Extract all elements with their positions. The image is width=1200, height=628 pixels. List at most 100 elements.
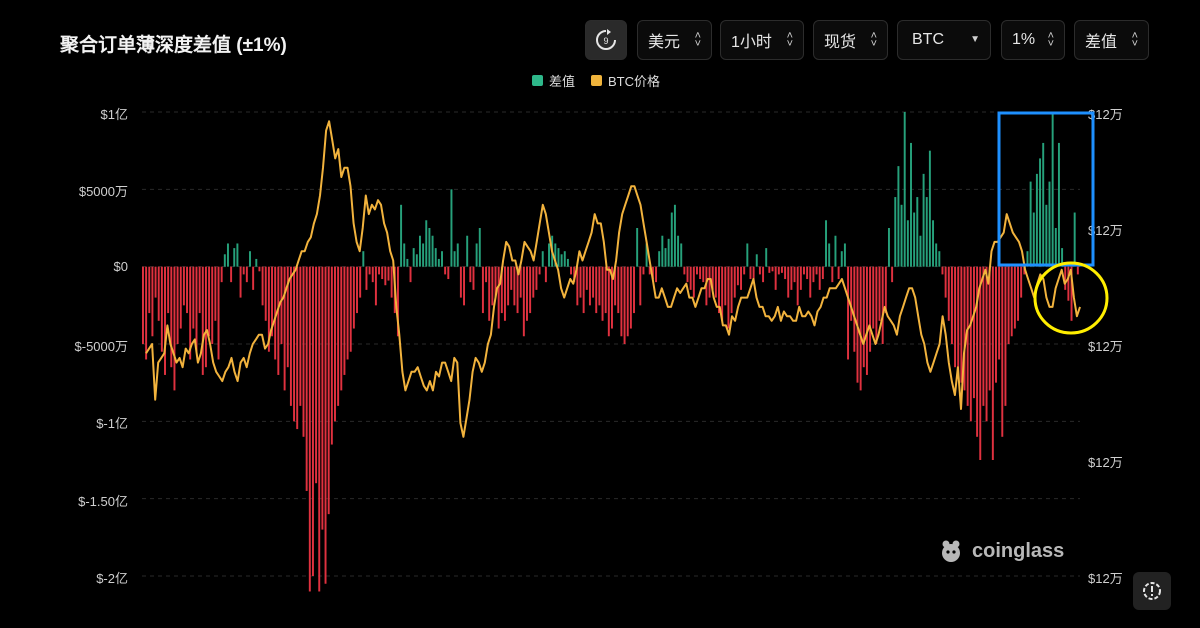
- bar: [664, 248, 667, 267]
- bar: [872, 266, 875, 329]
- bar: [1017, 266, 1019, 321]
- bar: [236, 243, 239, 267]
- bar: [390, 266, 393, 298]
- bar: [796, 266, 799, 306]
- bar: [991, 266, 994, 460]
- bar: [560, 254, 563, 267]
- bar: [809, 266, 812, 298]
- bar: [689, 266, 692, 290]
- bar: [853, 266, 856, 352]
- bar: [252, 266, 255, 290]
- bar: [230, 266, 233, 283]
- bar: [790, 266, 793, 290]
- bar: [220, 266, 223, 283]
- bar: [954, 266, 957, 368]
- bar: [740, 266, 742, 290]
- bar: [538, 266, 541, 275]
- bar: [321, 266, 324, 530]
- bar: [1067, 266, 1070, 301]
- price-line: [145, 120, 1081, 438]
- bar: [208, 266, 211, 337]
- bar: [485, 266, 488, 283]
- bar: [592, 266, 595, 298]
- bar: [746, 243, 749, 267]
- bar: [1073, 212, 1076, 267]
- bar: [919, 235, 922, 267]
- bar: [529, 266, 532, 314]
- bar: [403, 243, 406, 267]
- bar: [825, 220, 827, 267]
- bar: [277, 266, 280, 375]
- bar: [629, 266, 632, 329]
- bar: [324, 266, 327, 584]
- bar: [343, 266, 346, 375]
- bar: [702, 266, 705, 283]
- bar: [787, 266, 790, 298]
- bar: [979, 266, 982, 460]
- bar: [488, 266, 491, 321]
- bar: [695, 266, 698, 275]
- bar: [950, 266, 953, 344]
- bar: [831, 266, 834, 283]
- bar: [699, 266, 702, 280]
- bar: [466, 235, 469, 267]
- bar: [359, 266, 362, 298]
- bar: [264, 266, 267, 321]
- bar: [843, 243, 846, 267]
- bar: [941, 266, 944, 275]
- bar: [1010, 266, 1013, 337]
- bar: [595, 266, 598, 314]
- bar: [755, 254, 758, 267]
- bar: [1051, 112, 1054, 267]
- bar: [374, 266, 377, 306]
- bar: [925, 197, 928, 267]
- bar: [803, 266, 805, 275]
- bar: [714, 266, 717, 298]
- bar: [400, 204, 403, 267]
- bar: [982, 266, 985, 406]
- bar: [1039, 158, 1042, 267]
- bar: [859, 266, 862, 391]
- bar: [170, 266, 173, 368]
- bar: [623, 266, 626, 344]
- bar: [412, 248, 415, 267]
- bar: [532, 266, 535, 298]
- bar: [192, 266, 195, 329]
- bar: [727, 266, 730, 329]
- bar: [453, 251, 456, 267]
- bar: [677, 235, 680, 267]
- bar: [308, 266, 311, 592]
- bar: [491, 266, 494, 306]
- bar: [812, 266, 815, 283]
- bar: [249, 251, 251, 267]
- bar: [661, 235, 664, 267]
- bar: [557, 248, 560, 267]
- bar: [233, 248, 236, 267]
- bar: [173, 266, 176, 391]
- bar: [806, 266, 809, 280]
- bar: [938, 251, 941, 267]
- watermark-text: coinglass: [972, 539, 1065, 562]
- bar: [579, 266, 582, 298]
- bar: [211, 266, 214, 344]
- settings-button[interactable]: [1133, 572, 1171, 610]
- bar: [327, 266, 330, 515]
- bar: [1048, 181, 1051, 267]
- bar: [585, 266, 588, 290]
- bar: [425, 220, 428, 267]
- bar: [891, 266, 894, 283]
- bar: [894, 197, 897, 267]
- bar: [730, 266, 733, 314]
- bar: [497, 266, 500, 329]
- bar: [768, 266, 771, 273]
- bar: [299, 266, 302, 406]
- bar: [1054, 228, 1057, 267]
- bar: [214, 266, 217, 321]
- bar: [378, 266, 381, 275]
- bar: [1064, 266, 1067, 290]
- bar: [683, 266, 686, 275]
- bar: [995, 266, 997, 383]
- bar: [862, 266, 865, 368]
- bar: [878, 266, 881, 321]
- bar: [182, 266, 185, 306]
